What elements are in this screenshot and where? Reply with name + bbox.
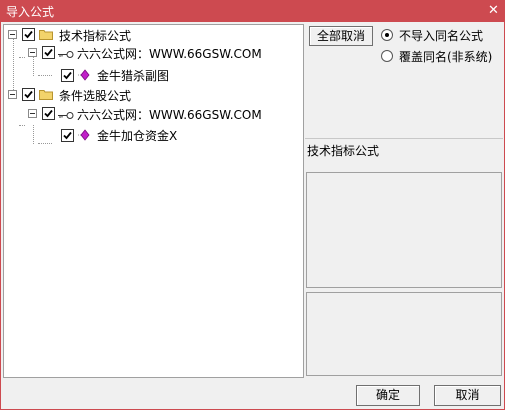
tree-source-node[interactable]: 六六公式网：WWW.66GSW.COM <box>4 44 300 62</box>
radio-overwrite[interactable]: 覆盖同名(非系统) <box>381 48 503 64</box>
collapse-icon[interactable] <box>8 30 17 39</box>
collapse-icon[interactable] <box>28 109 37 118</box>
source-label: 六六公式网：WWW.66GSW.COM <box>77 108 262 122</box>
folder-icon <box>39 89 53 100</box>
radio-overwrite-label: 覆盖同名(非系统) <box>399 50 493 64</box>
cancel-all-button[interactable]: 全部取消 <box>309 26 373 46</box>
formula-description-box[interactable] <box>306 172 502 288</box>
window-border-left <box>0 22 1 410</box>
radio-no-import-label: 不导入同名公式 <box>399 29 484 43</box>
check-icon <box>24 90 33 99</box>
collapse-icon[interactable] <box>28 48 37 57</box>
tree-formula-node[interactable]: 金牛猎杀副图 <box>4 66 300 84</box>
group-label: 技术指标公式 <box>59 29 132 43</box>
folder-icon <box>39 29 53 40</box>
cancel-button[interactable]: 取消 <box>434 385 501 406</box>
check-icon <box>44 109 53 118</box>
tree-source-node[interactable]: 六六公式网：WWW.66GSW.COM <box>4 105 300 123</box>
source-checkbox[interactable] <box>42 107 55 120</box>
close-icon[interactable]: ✕ <box>485 2 502 19</box>
key-icon <box>58 109 74 119</box>
title-bar[interactable]: 导入公式 ✕ <box>0 0 505 22</box>
source-label: 六六公式网：WWW.66GSW.COM <box>77 47 262 61</box>
group-label: 条件选股公式 <box>59 89 132 103</box>
tree-group-node[interactable]: 技术指标公式 <box>4 26 300 44</box>
tree-formula-node[interactable]: 金牛加仓资金X <box>4 126 300 144</box>
ok-button[interactable]: 确定 <box>356 385 420 406</box>
formula-type-label: 技术指标公式 <box>307 144 380 158</box>
divider <box>305 138 503 139</box>
formula-gem-icon <box>78 69 90 81</box>
radio-button[interactable] <box>381 50 393 62</box>
formula-label: 金牛猎杀副图 <box>97 69 170 83</box>
formula-gem-icon <box>78 129 90 141</box>
check-icon <box>24 30 33 39</box>
radio-button[interactable] <box>381 29 393 41</box>
group-checkbox[interactable] <box>22 88 35 101</box>
check-icon <box>44 48 53 57</box>
radio-no-import[interactable]: 不导入同名公式 <box>381 27 501 43</box>
window-title: 导入公式 <box>6 5 55 19</box>
group-checkbox[interactable] <box>22 28 35 41</box>
formula-checkbox[interactable] <box>61 69 74 82</box>
formula-tree[interactable]: 技术指标公式 六六公式网：WWW.66GSW.COM 金牛猎杀副图 条件选股公式 <box>3 24 304 378</box>
source-checkbox[interactable] <box>42 46 55 59</box>
check-icon <box>63 71 72 80</box>
check-icon <box>63 131 72 140</box>
collapse-icon[interactable] <box>8 90 17 99</box>
key-icon <box>58 48 74 58</box>
formula-label: 金牛加仓资金X <box>97 129 178 143</box>
formula-checkbox[interactable] <box>61 129 74 142</box>
formula-detail-box[interactable] <box>306 292 502 376</box>
tree-group-node[interactable]: 条件选股公式 <box>4 86 300 104</box>
